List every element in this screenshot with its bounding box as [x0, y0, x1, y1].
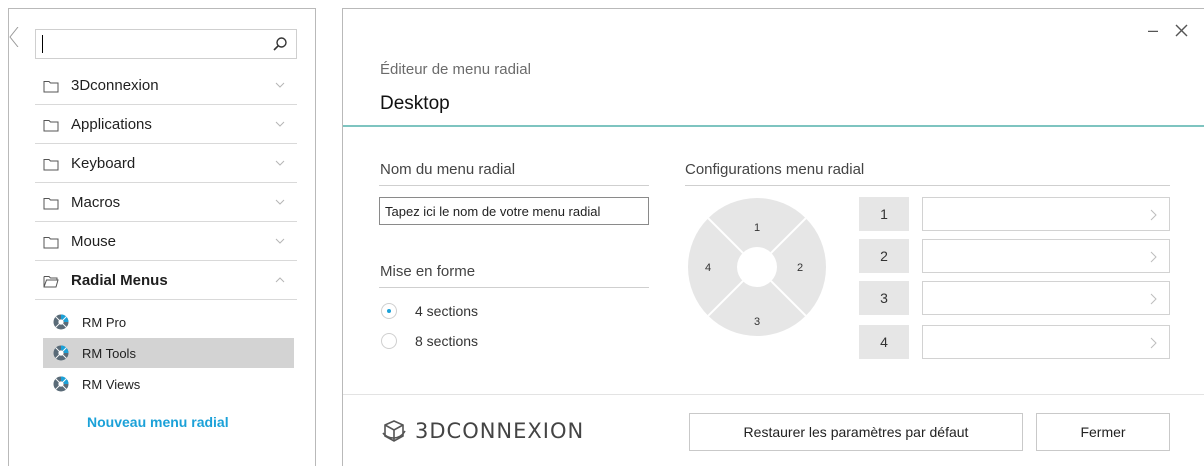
- chevron-down-icon: [275, 238, 285, 244]
- dialog-title: Desktop: [380, 93, 450, 114]
- folder-icon: [43, 158, 59, 170]
- radio-8-sections[interactable]: 8 sections: [381, 330, 478, 352]
- radial-section-4[interactable]: 4: [705, 262, 711, 274]
- radio-button[interactable]: [381, 303, 397, 319]
- folder-icon: [43, 197, 59, 209]
- radial-menu-icon: [53, 345, 69, 361]
- tree-item-radial-menus[interactable]: Radial Menus: [35, 262, 297, 300]
- search-box[interactable]: [35, 29, 297, 59]
- new-radial-menu-link[interactable]: Nouveau menu radial: [87, 414, 229, 430]
- tree-item-macros[interactable]: Macros: [35, 184, 297, 222]
- chevron-up-icon: [275, 277, 285, 283]
- close-button[interactable]: Fermer: [1036, 413, 1170, 451]
- radio-button[interactable]: [381, 333, 397, 349]
- radial-menu-item-rm-pro[interactable]: RM Pro: [43, 307, 294, 337]
- radio-label: 8 sections: [415, 333, 479, 349]
- radial-menu-item-rm-views[interactable]: RM Views: [43, 369, 294, 399]
- chevron-down-icon: [275, 121, 285, 127]
- restore-defaults-button[interactable]: Restaurer les paramètres par défaut: [689, 413, 1023, 451]
- slot-field-1[interactable]: [922, 197, 1170, 231]
- section-divider: [379, 287, 649, 288]
- panel-notch-icon: [9, 27, 19, 47]
- minimize-button[interactable]: –: [1146, 19, 1160, 41]
- brand-logo: 3DCONNEXION: [381, 419, 584, 443]
- layout-section-label: Mise en forme: [380, 263, 476, 280]
- slot-field-2[interactable]: [922, 239, 1170, 273]
- config-section-label: Configurations menu radial: [685, 161, 865, 178]
- chevron-right-icon: [1150, 251, 1157, 263]
- tree-item-3dconnexion[interactable]: 3Dconnexion: [35, 67, 297, 105]
- slot-field-3[interactable]: [922, 281, 1170, 315]
- radial-menu-item-rm-tools[interactable]: RM Tools: [43, 338, 294, 368]
- tree-item-keyboard[interactable]: Keyboard: [35, 145, 297, 183]
- folder-icon: [43, 236, 59, 248]
- radial-menu-icon: [53, 376, 69, 392]
- radial-menu-editor-dialog: – Éditeur de menu radial Desktop Nom du …: [342, 8, 1204, 466]
- radial-menu-name-input[interactable]: [379, 197, 649, 225]
- text-caret: [42, 35, 43, 53]
- tree-item-label: Keyboard: [71, 155, 136, 172]
- slot-number-2: 2: [859, 239, 909, 273]
- tree-item-label: 3Dconnexion: [71, 77, 159, 94]
- dialog-subtitle: Éditeur de menu radial: [380, 61, 531, 78]
- radial-menu-label: RM Views: [82, 376, 141, 392]
- tree-item-mouse[interactable]: Mouse: [35, 223, 297, 261]
- search-icon[interactable]: [272, 36, 288, 52]
- header-divider: [343, 125, 1204, 127]
- name-section-label: Nom du menu radial: [380, 161, 516, 178]
- radial-menu-preview: 1 2 3 4: [688, 198, 826, 336]
- slot-field-4[interactable]: [922, 325, 1170, 359]
- radial-section-2[interactable]: 2: [797, 262, 803, 274]
- sidebar-panel: 3Dconnexion Applications Keyboard Macros: [8, 8, 316, 466]
- tree-item-label: Radial Menus: [71, 272, 168, 289]
- slot-number-3: 3: [859, 281, 909, 315]
- search-input[interactable]: [46, 33, 266, 55]
- radio-4-sections[interactable]: 4 sections: [381, 300, 478, 322]
- radial-menu-icon: [53, 314, 69, 330]
- radial-section-3[interactable]: 3: [754, 316, 760, 328]
- chevron-down-icon: [275, 199, 285, 205]
- radial-menu-label: RM Pro: [82, 314, 127, 330]
- radio-label: 4 sections: [415, 303, 479, 319]
- folder-icon: [43, 119, 59, 131]
- folder-open-icon: [43, 275, 59, 287]
- brand-name: 3DCONNEXION: [415, 419, 585, 443]
- radial-menu-label: RM Tools: [82, 345, 136, 361]
- slot-number-4: 4: [859, 325, 909, 359]
- tree-item-label: Mouse: [71, 233, 117, 250]
- footer-divider: [343, 394, 1204, 395]
- slot-number-1: 1: [859, 197, 909, 231]
- chevron-right-icon: [1150, 337, 1157, 349]
- tree-item-applications[interactable]: Applications: [35, 106, 297, 144]
- close-icon[interactable]: [1172, 19, 1192, 41]
- tree-item-label: Macros: [71, 194, 121, 211]
- chevron-down-icon: [275, 82, 285, 88]
- section-divider: [379, 185, 649, 186]
- radial-section-1[interactable]: 1: [754, 222, 760, 234]
- chevron-down-icon: [275, 160, 285, 166]
- section-divider: [685, 185, 1170, 186]
- folder-icon: [43, 80, 59, 92]
- tree-item-label: Applications: [71, 116, 152, 133]
- chevron-right-icon: [1150, 293, 1157, 305]
- 3dconnexion-logo-icon: [382, 420, 406, 442]
- chevron-right-icon: [1150, 209, 1157, 221]
